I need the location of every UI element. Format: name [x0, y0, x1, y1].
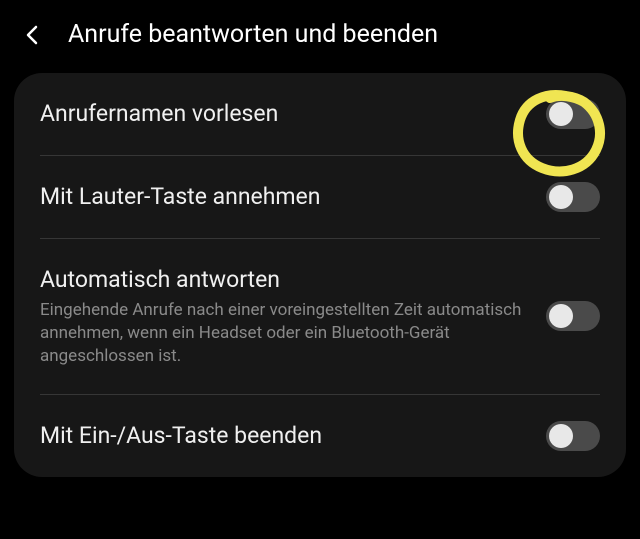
setting-row-auto-answer[interactable]: Automatisch antworten Eingehende Anrufe … [40, 239, 600, 395]
row-text: Automatisch antworten Eingehende Anrufe … [40, 265, 526, 368]
row-title: Automatisch antworten [40, 265, 526, 295]
toggle-knob [549, 424, 573, 448]
back-icon[interactable] [20, 22, 46, 48]
toggle-power-key[interactable] [546, 421, 600, 451]
toggle-caller-name[interactable] [546, 99, 600, 129]
toggle-knob [549, 304, 573, 328]
row-text: Mit Lauter-Taste annehmen [40, 182, 526, 212]
toggle-auto-answer[interactable] [546, 301, 600, 331]
setting-row-power-key[interactable]: Mit Ein-/Aus-Taste beenden [40, 395, 600, 477]
row-title: Mit Lauter-Taste annehmen [40, 182, 526, 212]
row-title: Mit Ein-/Aus-Taste beenden [40, 421, 526, 451]
row-text: Mit Ein-/Aus-Taste beenden [40, 421, 526, 451]
row-text: Anrufernamen vorlesen [40, 99, 526, 129]
settings-card: Anrufernamen vorlesen Mit Lauter-Taste a… [14, 73, 626, 477]
setting-row-caller-name[interactable]: Anrufernamen vorlesen [40, 73, 600, 156]
header: Anrufe beantworten und beenden [0, 0, 640, 73]
setting-row-volume-key[interactable]: Mit Lauter-Taste annehmen [40, 156, 600, 239]
toggle-knob [549, 102, 573, 126]
row-title: Anrufernamen vorlesen [40, 99, 526, 129]
toggle-volume-key[interactable] [546, 182, 600, 212]
toggle-knob [549, 185, 573, 209]
page-title: Anrufe beantworten und beenden [68, 20, 438, 49]
row-subtitle: Eingehende Anrufe nach einer voreingeste… [40, 299, 526, 368]
